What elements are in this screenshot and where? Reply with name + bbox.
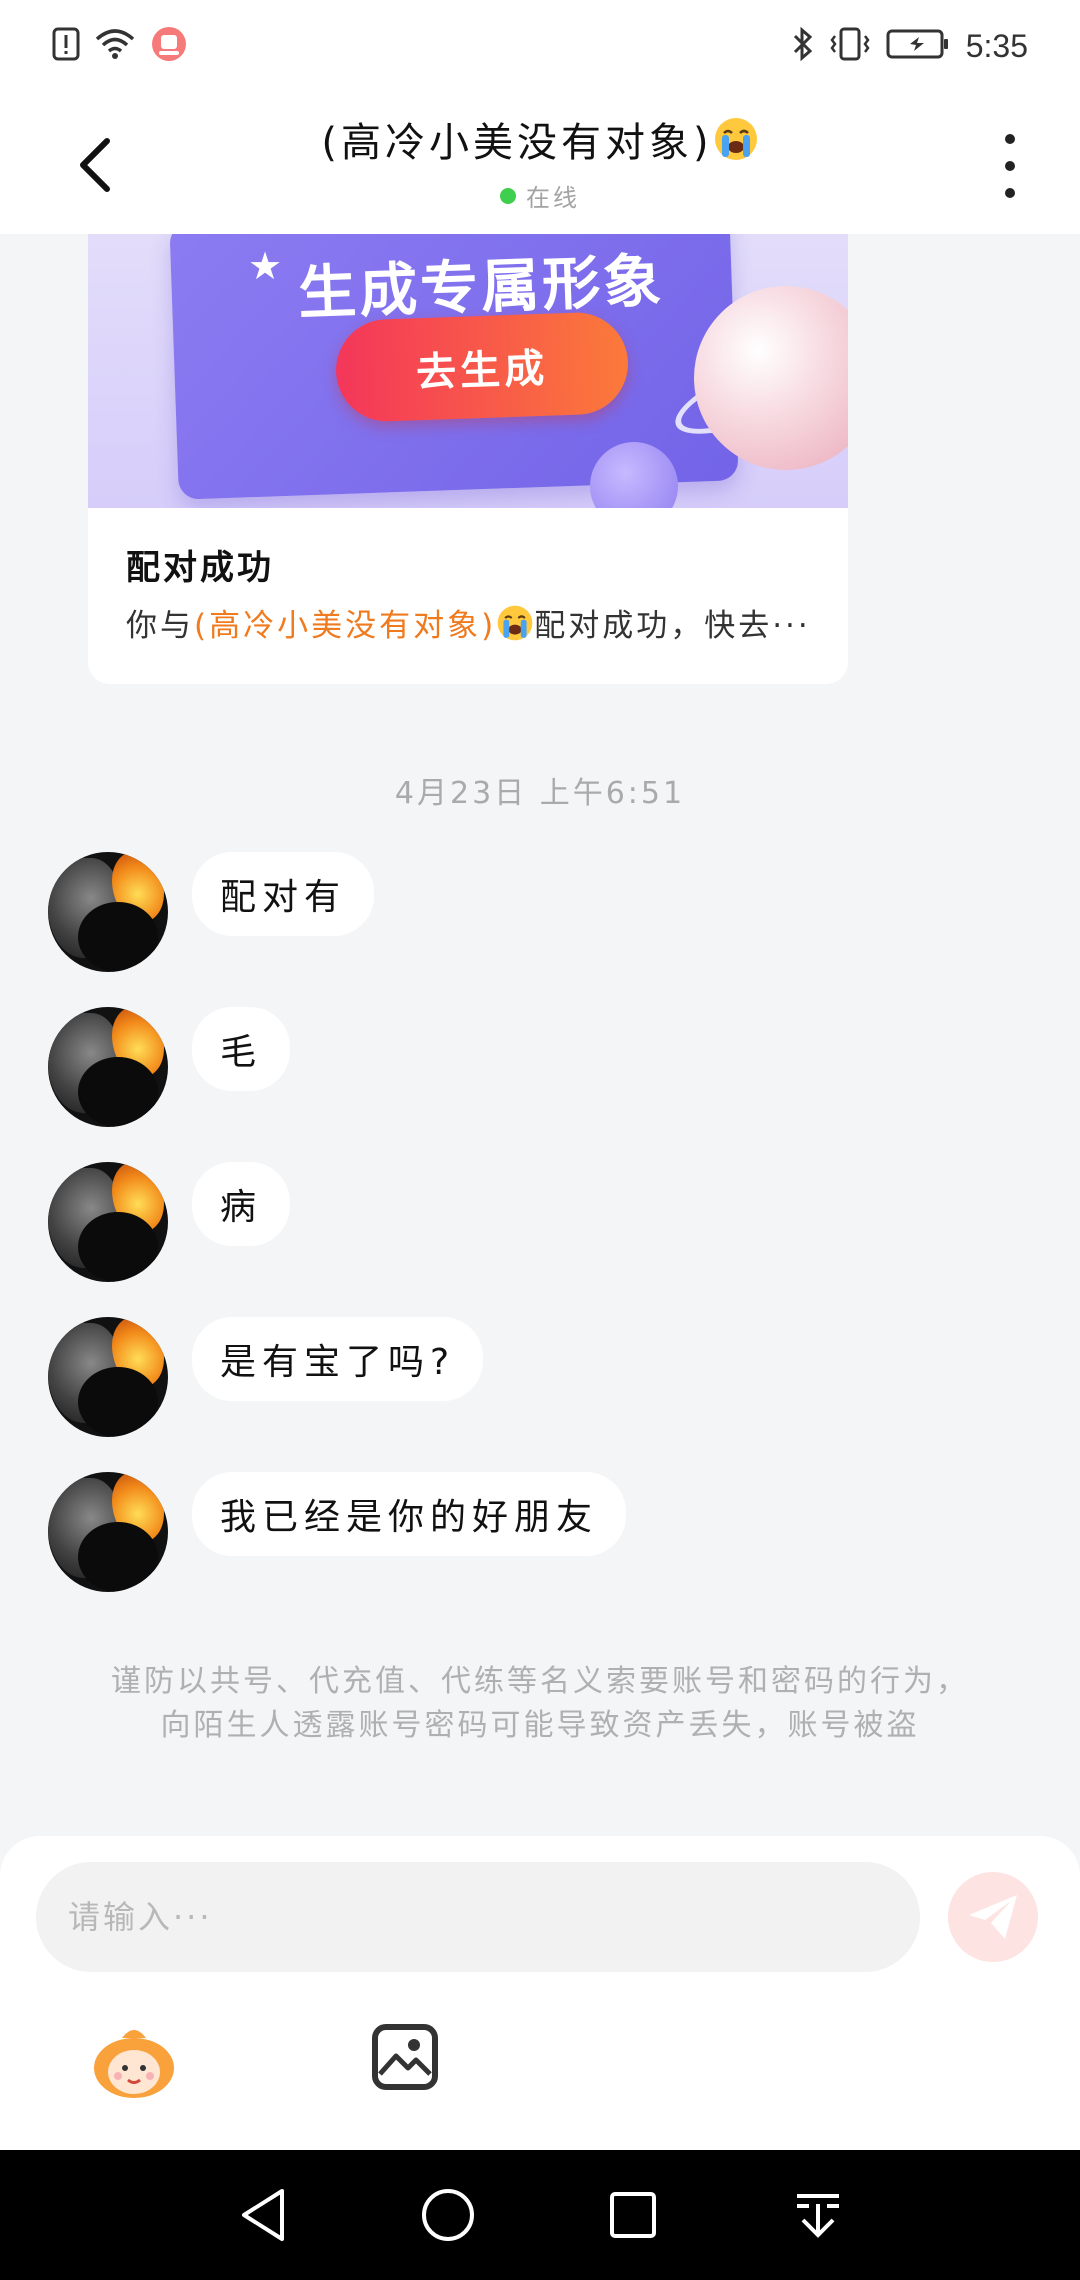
nav-recents-button[interactable] [603,2185,663,2245]
more-dot [1005,188,1015,198]
chat-header: (高冷小美没有对象) 在线 [0,92,1080,234]
match-success-card[interactable]: ★ 生成专属形象 去生成 配对成功 你与(高冷小美没有对象) 配对成功，快去··· [88,234,848,684]
back-button[interactable] [60,130,130,200]
input-panel [0,1836,1080,2150]
message-bubble[interactable]: 是有宝了吗? [192,1317,484,1401]
nav-home-button[interactable] [418,2185,478,2245]
message-row: 是有宝了吗? [48,1317,484,1437]
online-status: 在线 [200,178,880,213]
message-timestamp: 4月23日 上午6:51 [394,776,686,811]
message-input[interactable] [36,1862,920,1972]
message-bubble[interactable]: 病 [192,1162,291,1246]
message-row: 我已经是你的好朋友 [48,1472,627,1592]
card-desc-prefix: 你与 [126,608,194,644]
alert-icon [52,27,80,65]
online-status-label: 在线 [526,184,580,212]
bluetooth-icon [792,26,814,66]
image-icon [378,2039,432,2076]
safety-notice: 谨防以共号、代充值、代练等名义索要账号和密码的行为，向陌生人透露账号密码可能导致… [111,1664,969,1743]
online-dot-icon [500,187,516,204]
home-icon [421,2189,474,2241]
message-row: 毛 [48,1007,291,1127]
crying-emoji-icon [714,118,757,160]
back-icon [241,2189,284,2241]
message-bubble[interactable]: 配对有 [192,852,375,936]
mascot-sticker-button[interactable] [92,2022,176,2102]
app-notification-icon [150,25,188,67]
chat-title: (高冷小美没有对象) [321,120,713,166]
avatar[interactable] [48,852,168,972]
avatar[interactable] [48,1472,168,1592]
card-desc-highlight: (高冷小美没有对象) [194,608,497,644]
chevron-left-icon [80,138,110,192]
system-nav-bar [0,2150,1080,2280]
image-picker-button[interactable] [372,2024,438,2090]
battery-icon [886,28,950,64]
card-title: 配对成功 [126,548,274,588]
generate-button[interactable]: 去生成 [334,310,630,424]
message-row: 配对有 [48,852,375,972]
avatar[interactable] [48,1007,168,1127]
star-icon: ★ [248,244,283,288]
paper-plane-icon [969,1895,1017,1939]
more-dot [1005,134,1015,144]
card-desc-suffix: 配对成功，快去··· [534,608,811,644]
clock: 5:35 [965,27,1028,64]
mascot-icon [94,2030,174,2098]
message-row: 病 [48,1162,291,1282]
message-bubble[interactable]: 我已经是你的好朋友 [192,1472,627,1556]
recents-icon [609,2192,656,2238]
message-bubble[interactable]: 毛 [192,1007,291,1091]
nav-download-button[interactable] [788,2185,848,2245]
avatar[interactable] [48,1317,168,1437]
nav-back-button[interactable] [233,2185,293,2245]
status-bar: 5:35 [0,0,1080,92]
chat-title-area[interactable]: (高冷小美没有对象) 在线 [200,110,880,213]
avatar-generate-banner[interactable]: ★ 生成专属形象 去生成 [88,234,848,508]
send-button[interactable] [948,1872,1038,1962]
more-options-button[interactable] [990,134,1030,198]
avatar[interactable] [48,1162,168,1282]
download-icon [796,2194,839,2238]
crying-emoji-icon [497,605,533,641]
card-description: 你与(高冷小美没有对象) 配对成功，快去··· [126,600,826,645]
vibrate-icon [830,26,870,66]
wifi-icon [94,27,136,65]
more-dot [1005,161,1015,171]
